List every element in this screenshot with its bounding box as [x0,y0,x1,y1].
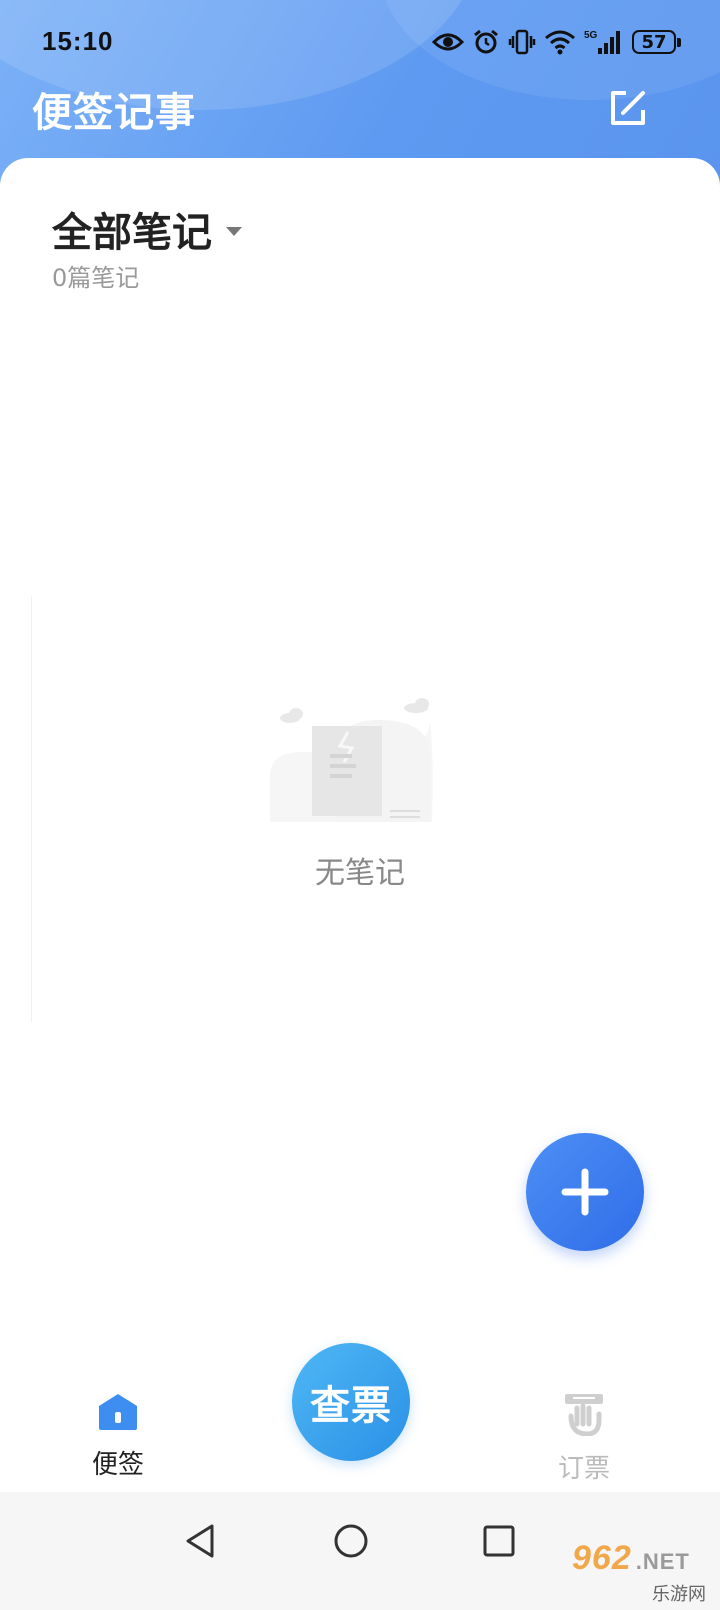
caret-down-icon [226,226,242,236]
watermark-site: 乐游网 [652,1584,706,1604]
nav-label-booking: 订票 [557,1454,610,1484]
wifi-icon [545,30,575,55]
system-nav-bar: 962 .NET 乐游网 [0,1492,720,1610]
watermark-brand: 962 [572,1539,632,1577]
empty-state-text: 无笔记 [315,856,405,891]
check-tickets-button[interactable]: 查票 [292,1343,410,1461]
back-icon[interactable] [182,1522,220,1560]
watermark-suffix: .NET [635,1549,690,1574]
add-note-button[interactable] [526,1133,644,1251]
divider [31,596,32,1022]
eye-icon [432,33,464,51]
edit-button[interactable] [606,86,650,130]
edit-icon [611,91,645,125]
svg-text:5G: 5G [584,30,598,41]
nav-item-notes[interactable]: 便签 [58,1392,178,1481]
alarm-icon [474,29,498,54]
status-bar: 15:10 5G 57 [0,0,720,84]
ticket-hand-icon [565,1394,603,1437]
nav-label-notes: 便签 [91,1450,144,1480]
folder-title: 全部笔记 [52,210,212,256]
recents-icon[interactable] [480,1522,518,1560]
note-count: 0篇笔记 [52,264,140,292]
plus-icon [561,1168,609,1216]
nav-item-booking[interactable]: 订票 [524,1392,644,1485]
watermark: 962 .NET 乐游网 [572,1540,712,1604]
empty-notes-illustration [270,698,433,822]
status-time: 15:10 [42,26,114,56]
battery-indicator: 57 [632,30,681,54]
status-icons: 5G 57 [432,24,681,60]
vibrate-icon [508,29,536,55]
folder-selector[interactable]: 全部笔记 [52,200,242,258]
signal-5g-icon: 5G [584,30,620,54]
home-circle-icon[interactable] [332,1522,370,1560]
home-icon [99,1394,137,1430]
app-title: 便签记事 [32,90,196,136]
